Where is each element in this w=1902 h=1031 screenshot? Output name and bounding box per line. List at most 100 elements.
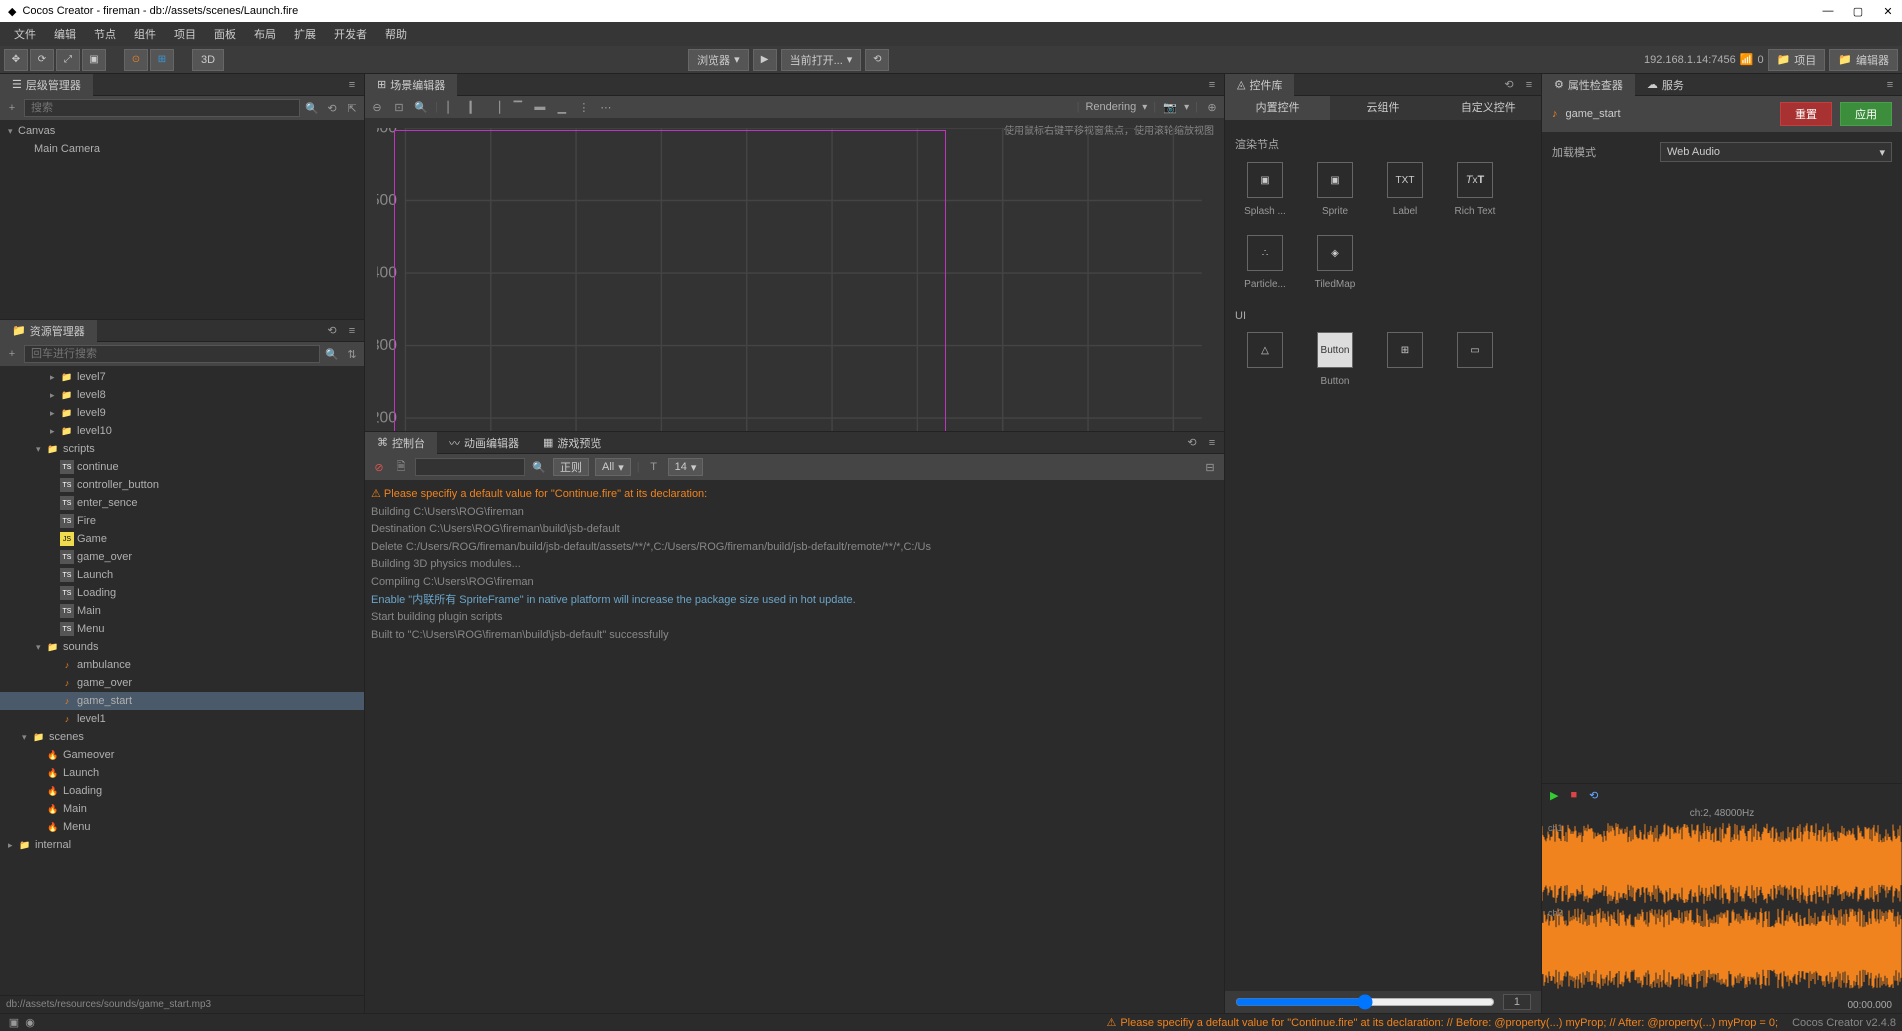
hierarchy-search-input[interactable]	[24, 99, 300, 117]
asset-item[interactable]: JSGame	[0, 530, 364, 548]
asset-item[interactable]: ▾📁scenes	[0, 728, 364, 746]
asset-item[interactable]: TSLaunch	[0, 566, 364, 584]
zoom-out-icon[interactable]: ⊖	[369, 99, 385, 115]
font-size-dropdown[interactable]: 14 ▾	[668, 458, 704, 476]
widget-item[interactable]: ◈TiledMap	[1305, 235, 1365, 290]
service-tab[interactable]: ☁ 服务	[1635, 74, 1696, 96]
widget-item[interactable]: ∴Particle...	[1235, 235, 1295, 290]
reset-button[interactable]: 重置	[1780, 102, 1832, 126]
console-tab[interactable]: ▦游戏预览	[531, 432, 613, 454]
move-tool-button[interactable]: ✥	[4, 49, 28, 71]
distribute-v-icon[interactable]: ⋯	[598, 99, 614, 115]
console-toggle-icon[interactable]: ▣	[6, 1015, 22, 1031]
audio-loop-button[interactable]: ⟲	[1589, 789, 1598, 802]
open-editor-button[interactable]: 📁 编辑器	[1829, 49, 1898, 71]
asset-item[interactable]: ♪level1	[0, 710, 364, 728]
widget-item[interactable]: ▭	[1445, 332, 1505, 387]
asset-item[interactable]: 🔥Menu	[0, 818, 364, 836]
asset-item[interactable]: TScontinue	[0, 458, 364, 476]
console-output[interactable]: ⚠ Please specifiy a default value for "C…	[365, 480, 1224, 1013]
audio-stop-button[interactable]: ■	[1570, 789, 1577, 801]
play-button[interactable]: ▶	[753, 49, 777, 71]
align-center-icon[interactable]: ▎	[466, 99, 482, 115]
asset-item[interactable]: 🔥Main	[0, 800, 364, 818]
console-filter-input[interactable]	[415, 458, 525, 476]
align-left-icon[interactable]: ▏	[444, 99, 460, 115]
hierarchy-tab[interactable]: ☰ 层级管理器	[0, 74, 93, 96]
menu-节点[interactable]: 节点	[86, 23, 124, 45]
hierarchy-item[interactable]: ▾ Canvas	[0, 122, 364, 140]
widget-library-tab[interactable]: ◬ 控件库	[1225, 74, 1294, 96]
view-icon[interactable]: ◉	[22, 1015, 38, 1031]
asset-item[interactable]: ♪ambulance	[0, 656, 364, 674]
apply-button[interactable]: 应用	[1840, 102, 1892, 126]
widget-category-tab[interactable]: 自定义控件	[1436, 96, 1541, 120]
search-icon[interactable]: 🔍	[304, 100, 320, 116]
menu-项目[interactable]: 项目	[166, 23, 204, 45]
asset-item[interactable]: ▸📁level9	[0, 404, 364, 422]
widget-item[interactable]: ▣Sprite	[1305, 162, 1365, 217]
menu-布局[interactable]: 布局	[246, 23, 284, 45]
window-maximize-button[interactable]: ▢	[1852, 5, 1864, 17]
search-icon[interactable]: 🔍	[324, 346, 340, 362]
window-close-button[interactable]: ✕	[1882, 5, 1894, 17]
asset-item[interactable]: ▸📁level7	[0, 368, 364, 386]
rect-tool-button[interactable]: ▣	[82, 49, 106, 71]
zoom-fit-icon[interactable]: ⊡	[391, 99, 407, 115]
hierarchy-item[interactable]: Main Camera	[0, 140, 364, 158]
camera-icon[interactable]: 📷	[1162, 99, 1178, 115]
asset-item[interactable]: TSMenu	[0, 620, 364, 638]
clear-console-button[interactable]: ⊘	[371, 459, 387, 475]
asset-item[interactable]: 🔥Launch	[0, 764, 364, 782]
refresh-icon[interactable]: ⟲	[1184, 435, 1200, 451]
asset-item[interactable]: TSLoading	[0, 584, 364, 602]
scene-canvas[interactable]: 使用鼠标右键平移视窗焦点，使用滚轮缩放视图 010020030040050060…	[365, 118, 1224, 431]
asset-item[interactable]: TSMain	[0, 602, 364, 620]
asset-item[interactable]: ▾📁sounds	[0, 638, 364, 656]
rotate-tool-button[interactable]: ⟳	[30, 49, 54, 71]
align-top-icon[interactable]: ▔	[510, 99, 526, 115]
menu-帮助[interactable]: 帮助	[377, 23, 415, 45]
asset-item[interactable]: ♪game_start	[0, 692, 364, 710]
assets-tree[interactable]: ▸📁level7▸📁level8▸📁level9▸📁level10▾📁scrip…	[0, 366, 364, 995]
asset-item[interactable]: ♪game_over	[0, 674, 364, 692]
widget-category-tab[interactable]: 内置控件	[1225, 96, 1330, 120]
assets-search-input[interactable]	[24, 345, 320, 363]
distribute-h-icon[interactable]: ⋮	[576, 99, 592, 115]
asset-item[interactable]: 🔥Gameover	[0, 746, 364, 764]
panel-menu-icon[interactable]: ≡	[1521, 77, 1537, 93]
asset-item[interactable]: ▸📁level10	[0, 422, 364, 440]
gizmo-icon[interactable]: ⊕	[1204, 99, 1220, 115]
add-node-button[interactable]: +	[4, 100, 20, 116]
window-minimize-button[interactable]: —	[1822, 5, 1834, 17]
load-mode-select[interactable]: Web Audio▾	[1660, 142, 1892, 162]
widget-item[interactable]: ButtonButton	[1305, 332, 1365, 387]
audio-play-button[interactable]: ▶	[1550, 789, 1558, 802]
anchor-tool-button[interactable]: ⊙	[124, 49, 148, 71]
menu-开发者[interactable]: 开发者	[326, 23, 375, 45]
panel-menu-icon[interactable]: ≡	[1882, 77, 1898, 93]
browser-dropdown[interactable]: 浏览器 ▾	[688, 49, 749, 71]
align-right-icon[interactable]: ▕	[488, 99, 504, 115]
refresh-preview-button[interactable]: ⟲	[865, 49, 889, 71]
panel-menu-icon[interactable]: ≡	[344, 77, 360, 93]
widget-item[interactable]: ⊞	[1375, 332, 1435, 387]
refresh-widgets-icon[interactable]: ⟲	[1501, 77, 1517, 93]
open-project-button[interactable]: 📁 项目	[1768, 49, 1826, 71]
menu-扩展[interactable]: 扩展	[286, 23, 324, 45]
menu-文件[interactable]: 文件	[6, 23, 44, 45]
console-search-icon[interactable]: 🔍	[531, 459, 547, 475]
assets-settings-icon[interactable]: ⟲	[324, 323, 340, 339]
collapse-console-icon[interactable]: ⊟	[1202, 459, 1218, 475]
refresh-hierarchy-icon[interactable]: ⟲	[324, 100, 340, 116]
scale-tool-button[interactable]: ⤢	[56, 49, 80, 71]
asset-item[interactable]: ▸📁internal	[0, 836, 364, 854]
widget-item[interactable]: TxTRich Text	[1445, 162, 1505, 217]
align-bottom-icon[interactable]: ▁	[554, 99, 570, 115]
menu-组件[interactable]: 组件	[126, 23, 164, 45]
widget-zoom-slider[interactable]	[1235, 994, 1495, 1010]
widget-item[interactable]: TXTLabel	[1375, 162, 1435, 217]
level-filter-dropdown[interactable]: All ▾	[595, 458, 631, 476]
open-log-file-button[interactable]: 🗎	[393, 459, 409, 475]
current-scene-dropdown[interactable]: 当前打开... ▾	[781, 49, 862, 71]
